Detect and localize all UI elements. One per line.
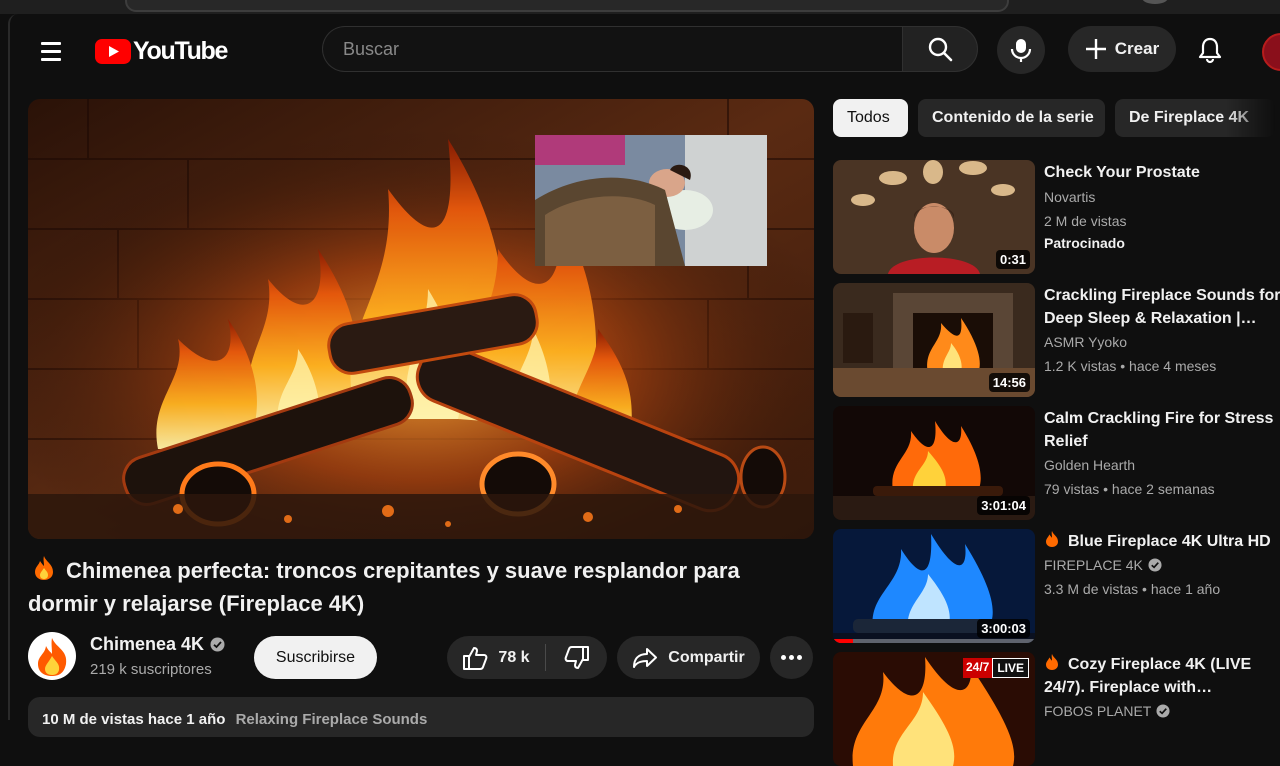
chip-todos[interactable]: Todos (833, 99, 908, 137)
duration-badge: 0:31 (995, 250, 1030, 269)
inset-webcam-overlay (535, 135, 767, 266)
thumbs-up-icon (463, 646, 488, 670)
voice-search-button[interactable] (997, 26, 1045, 74)
video-title: Chimenea perfecta: troncos crepitantes y… (28, 554, 808, 620)
verified-icon (1148, 558, 1162, 572)
description-box[interactable]: 10 M de vistas hace 1 año Relaxing Firep… (28, 697, 814, 737)
recommendation-thumbnail[interactable]: 3:01:04 (833, 406, 1035, 520)
menu-icon (41, 42, 61, 45)
sponsored-label: Patrocinado (1044, 235, 1125, 251)
fire-emoji-icon (35, 556, 53, 580)
dislike-button[interactable] (546, 636, 607, 679)
recommendation-channel[interactable]: FOBOS PLANET (1044, 699, 1280, 723)
recommendation-title-text[interactable]: Blue Fireplace 4K Ultra HD (1068, 533, 1271, 550)
fire-emoji-icon (1046, 531, 1058, 547)
recommendation-title[interactable]: Blue Fireplace 4K Ultra HD (1044, 530, 1280, 553)
chip-series-content[interactable]: Contenido de la serie (918, 99, 1105, 137)
recommendation-channel[interactable]: Golden Hearth (1044, 453, 1280, 477)
video-title-text: Chimenea perfecta: troncos crepitantes y… (28, 558, 740, 616)
live-badge-live: LIVE (992, 658, 1029, 678)
logo-text: YouTube (133, 36, 228, 65)
search-button[interactable] (902, 26, 978, 72)
filter-chips: Todos Contenido de la serie De Fireplace… (833, 99, 1280, 137)
microphone-icon (1010, 39, 1032, 62)
live-badge-247: 24/7 (962, 658, 993, 678)
sleeping-person-image (535, 135, 767, 266)
channel-fire-icon (28, 632, 76, 680)
recommendation-info: Calm Crackling Fire for Stress Relief Go… (1044, 406, 1280, 501)
more-dot (797, 655, 802, 660)
like-button[interactable]: 78 k (447, 636, 545, 679)
recommendation-item[interactable]: 3:00:03 Blue Fireplace 4K Ultra HD FIREP… (833, 529, 1280, 643)
duration-badge: 14:56 (988, 373, 1030, 392)
channel-name-text[interactable]: Chimenea 4K (90, 634, 204, 655)
recommendation-title[interactable]: Calm Crackling Fire for Stress Relief (1044, 407, 1280, 453)
thumbs-down-icon (564, 645, 589, 669)
recommendation-channel-text[interactable]: FOBOS PLANET (1044, 703, 1151, 719)
create-button[interactable]: Crear (1068, 26, 1176, 72)
notifications-button[interactable] (1190, 30, 1230, 70)
menu-icon-line (41, 58, 61, 61)
recommendation-info: Crackling Fireplace Sounds for Deep Slee… (1044, 283, 1280, 378)
recommendation-thumbnail[interactable]: 14:56 (833, 283, 1035, 397)
recommendation-title[interactable]: Check Your Prostate (1044, 161, 1280, 184)
recommendation-meta: 3.3 M de vistas • hace 1 año (1044, 581, 1221, 597)
channel-avatar[interactable] (28, 632, 76, 680)
duration-badge: 3:01:04 (977, 496, 1030, 515)
share-button[interactable]: Compartir (617, 636, 760, 679)
create-label: Crear (1114, 39, 1160, 58)
recommendation-info: Cozy Fireplace 4K (LIVE 24/7). Fireplace… (1044, 652, 1280, 723)
duration-badge: 3:00:03 (977, 619, 1030, 638)
recommendation-meta: 79 vistas • hace 2 semanas (1044, 481, 1215, 497)
recommendation-title-text[interactable]: Cozy Fireplace 4K (LIVE 24/7). Fireplace… (1044, 656, 1251, 699)
recommendation-title[interactable]: Crackling Fireplace Sounds for Deep Slee… (1044, 284, 1280, 330)
recommendation-channel-text[interactable]: FIREPLACE 4K (1044, 557, 1143, 573)
recommendation-info: Check Your Prostate Novartis 2 M de vist… (1044, 160, 1280, 254)
subscribe-button[interactable]: Suscribirse (254, 636, 377, 679)
watch-progress-fill (833, 639, 854, 643)
youtube-logo[interactable]: YouTube (95, 36, 228, 66)
more-actions-button[interactable] (770, 636, 813, 679)
more-dot (789, 655, 794, 660)
recommendation-item[interactable]: 14:56 Crackling Fireplace Sounds for Dee… (833, 283, 1280, 397)
like-count: 78 k (498, 648, 530, 666)
chip-from-channel[interactable]: De Fireplace 4K (1115, 99, 1275, 137)
recommendation-channel[interactable]: ASMR Yyoko (1044, 330, 1280, 354)
recommendation-item[interactable]: 3:01:04 Calm Crackling Fire for Stress R… (833, 406, 1280, 520)
browser-profile-icon[interactable] (1142, 0, 1168, 4)
more-dots-icon (781, 655, 786, 660)
plus-icon (1085, 39, 1106, 59)
recommendation-thumbnail[interactable]: 24/7 LIVE (833, 652, 1035, 766)
live-badge: 24/7 LIVE (962, 658, 1029, 678)
browser-address-bar[interactable] (125, 0, 1009, 12)
channel-name[interactable]: Chimenea 4K (90, 634, 225, 655)
verified-icon (1156, 704, 1170, 718)
recommendation-channel[interactable]: FIREPLACE 4K (1044, 553, 1280, 577)
search-box[interactable] (322, 26, 902, 72)
menu-icon-line (41, 50, 61, 53)
recommendation-views: 2 M de vistas (1044, 213, 1127, 229)
recommendation-item[interactable]: 0:31 Check Your Prostate Novartis 2 M de… (833, 160, 1280, 274)
recommendation-item[interactable]: 24/7 LIVE Cozy Fireplace 4K (LIVE 24/7).… (833, 652, 1280, 766)
watch-progress-bar (833, 639, 1035, 643)
recommendation-thumbnail[interactable]: 3:00:03 (833, 529, 1035, 643)
fire-emoji-icon (1046, 654, 1058, 670)
menu-button[interactable] (36, 36, 66, 66)
bell-icon (1198, 37, 1222, 64)
browser-top-strip (0, 0, 1280, 14)
recommendation-thumbnail[interactable]: 0:31 (833, 160, 1035, 274)
subscriber-count: 219 k suscriptores (90, 661, 212, 678)
recommendation-channel[interactable]: Novartis (1044, 186, 1280, 208)
verified-icon (210, 637, 225, 652)
youtube-play-icon (95, 38, 131, 64)
recommendation-meta: 1.2 K vistas • hace 4 meses (1044, 358, 1217, 374)
share-label: Compartir (668, 648, 745, 666)
search-icon (928, 37, 953, 62)
search-input[interactable] (323, 27, 902, 71)
like-dislike-group: 78 k (447, 636, 607, 679)
recommendation-info: Blue Fireplace 4K Ultra HD FIREPLACE 4K … (1044, 529, 1280, 601)
share-icon (633, 647, 658, 668)
recommendation-title[interactable]: Cozy Fireplace 4K (LIVE 24/7). Fireplace… (1044, 653, 1280, 699)
